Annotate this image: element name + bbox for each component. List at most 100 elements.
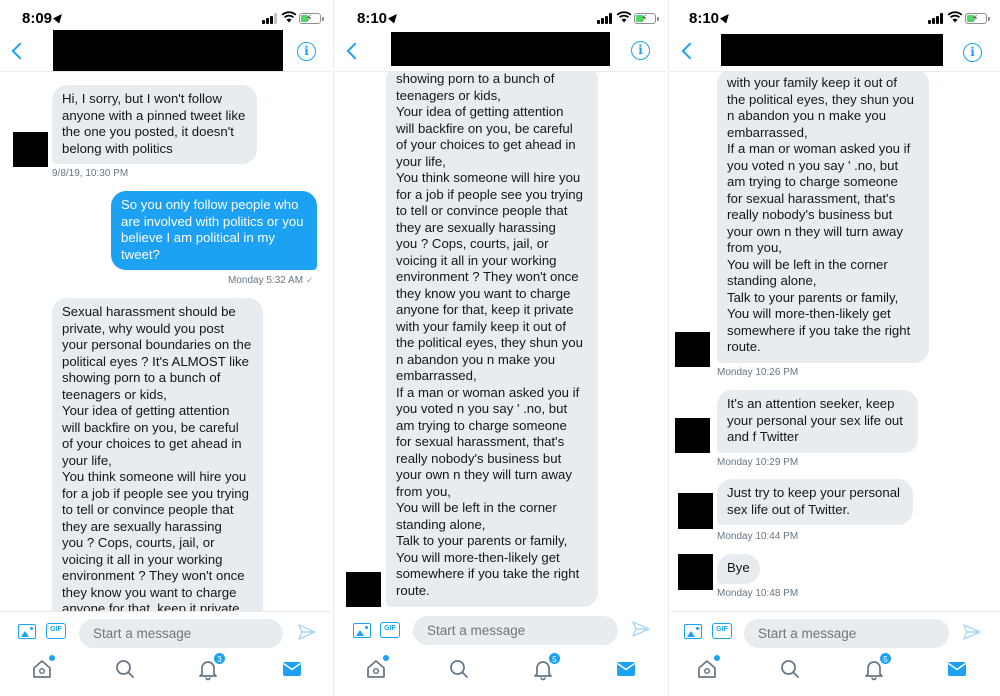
chevron-left-icon[interactable] xyxy=(345,40,359,62)
message-thread[interactable]: showing porn to a bunch of teenagers or k… xyxy=(335,72,666,611)
message-text: they know you want to charge xyxy=(396,285,571,301)
message-text: for sexual harassment, that's xyxy=(727,190,896,206)
message-text: embarrassed, xyxy=(727,124,808,140)
message-text: environment ? They won't once xyxy=(62,568,245,583)
bottom-tab-bar: 3 xyxy=(0,647,331,696)
home-icon[interactable] xyxy=(30,655,55,681)
image-icon[interactable] xyxy=(684,624,702,639)
wifi-icon xyxy=(947,11,963,23)
message-text: anyone for that, keep it private xyxy=(396,302,574,317)
chevron-left-icon[interactable] xyxy=(680,40,694,62)
avatar[interactable] xyxy=(678,493,713,529)
redacted-conversation-title xyxy=(391,32,610,66)
message-bubble-incoming[interactable]: Sexual harassment should be private, why … xyxy=(52,298,263,611)
panel-separator-line xyxy=(333,0,334,696)
home-icon[interactable] xyxy=(695,655,720,681)
gif-icon[interactable]: GIF xyxy=(380,622,400,638)
message-bubble-incoming[interactable]: Just try to keep your personal sex life o… xyxy=(717,479,913,525)
mail-icon[interactable] xyxy=(614,657,638,681)
message-text: route. xyxy=(727,339,761,354)
avatar[interactable] xyxy=(13,132,48,167)
message-text: belong with politics xyxy=(62,140,173,156)
message-text: teenagers or kids, xyxy=(396,87,501,103)
message-input[interactable] xyxy=(413,616,618,645)
message-text: for a job if people see you trying xyxy=(396,186,583,202)
message-text: your own n they will turn away xyxy=(396,467,572,482)
location-arrow-icon xyxy=(388,11,400,24)
info-icon[interactable]: i xyxy=(631,41,650,60)
cellular-signal-icon xyxy=(597,13,613,24)
avatar[interactable] xyxy=(675,332,710,367)
message-bubble-incoming[interactable]: It's an attention seeker, keep your perso… xyxy=(717,390,918,453)
search-icon[interactable] xyxy=(113,657,137,681)
message-text: You think someone will hire you xyxy=(62,469,247,484)
gif-icon[interactable]: GIF xyxy=(46,623,66,639)
message-bubble-incoming[interactable]: with your family keep it out of the polit… xyxy=(717,72,929,363)
send-icon[interactable] xyxy=(298,624,316,640)
message-text: standing alone, xyxy=(727,273,817,288)
battery-icon: ⚡ xyxy=(965,13,990,24)
message-bubble-incoming[interactable]: Hi, I sorry, but I won't follow anyone w… xyxy=(52,85,257,164)
bell-icon[interactable]: 3 xyxy=(196,652,226,681)
message-text: You will more-then-likely get xyxy=(727,306,891,321)
message-timestamp: Monday 5:32 AM ✓ xyxy=(228,275,314,286)
avatar[interactable] xyxy=(346,572,381,607)
avatar[interactable] xyxy=(678,554,713,590)
battery-icon: ⚡ xyxy=(299,13,324,24)
message-text: n abandon you n make you xyxy=(727,108,887,123)
avatar[interactable] xyxy=(675,418,710,453)
notification-badge: 5 xyxy=(879,652,892,665)
message-composer: GIF xyxy=(670,611,1000,648)
new-content-dot xyxy=(383,655,389,661)
info-icon[interactable]: i xyxy=(297,42,316,61)
message-bubble-incoming[interactable]: Bye xyxy=(717,554,760,584)
message-text: your personal boundaries on the xyxy=(62,337,252,352)
message-bubble-incoming[interactable]: showing porn to a bunch of teenagers or k… xyxy=(386,72,598,607)
image-icon[interactable] xyxy=(353,623,371,638)
message-bubble-outgoing[interactable]: So you only follow people who are involv… xyxy=(111,191,317,270)
message-timestamp: 9/8/19, 10:30 PM xyxy=(52,168,129,179)
mail-icon[interactable] xyxy=(280,657,304,681)
message-text: political eyes ? It's ALMOST like xyxy=(62,353,249,369)
message-text: will backfire on you, be careful xyxy=(396,120,573,136)
message-text: You will be left in the corner xyxy=(727,256,888,272)
gif-icon[interactable]: GIF xyxy=(712,623,732,639)
message-text: Talk to your parents or family, xyxy=(396,533,568,548)
search-icon[interactable] xyxy=(778,657,802,681)
message-thread[interactable]: with your family keep it out of the polit… xyxy=(670,72,1000,611)
message-composer: GIF xyxy=(0,611,331,648)
message-text: for a job if people see you trying xyxy=(62,485,249,501)
screenshot-panel-1: 8:09 ⚡ i Hi, I sorry, but I won't follow… xyxy=(0,0,331,696)
send-icon[interactable] xyxy=(632,621,650,637)
bell-icon[interactable]: 5 xyxy=(531,652,561,681)
bell-icon[interactable]: 5 xyxy=(862,652,892,681)
chevron-left-icon[interactable] xyxy=(10,40,24,62)
search-icon[interactable] xyxy=(447,657,471,681)
message-text: If a man or woman asked you if xyxy=(396,384,580,400)
cellular-signal-icon xyxy=(262,13,278,24)
home-icon[interactable] xyxy=(364,655,389,681)
info-icon[interactable]: i xyxy=(963,43,982,62)
status-bar: 8:10 ⚡ xyxy=(670,0,1000,36)
message-text: are involved with politics or you xyxy=(121,213,304,229)
message-text: voicing it all in your working xyxy=(396,252,557,268)
message-text: If a man or woman asked you if xyxy=(727,141,911,156)
mail-icon[interactable] xyxy=(945,657,969,681)
message-input[interactable] xyxy=(744,619,949,648)
message-thread[interactable]: Hi, I sorry, but I won't follow anyone w… xyxy=(0,72,331,611)
message-text: you voted n you say ' .no, but xyxy=(727,157,899,173)
location-arrow-icon xyxy=(720,11,732,24)
message-text: the political eyes, they shun you xyxy=(396,335,583,350)
screenshot-panel-3: 8:10 ⚡ i with your family keep it out of… xyxy=(670,0,1000,696)
message-text: with your family keep it out of xyxy=(727,75,898,90)
message-text: am trying to charge someone xyxy=(396,417,567,433)
status-time: 8:10 xyxy=(689,10,732,27)
message-text: teenagers or kids, xyxy=(62,386,167,402)
message-text: to tell or convince people that xyxy=(396,203,568,218)
conversation-header: i xyxy=(0,30,331,72)
message-text: they are sexually harassing xyxy=(396,219,556,235)
message-input[interactable] xyxy=(79,619,283,648)
send-icon[interactable] xyxy=(963,624,981,640)
message-text: really nobody's business but xyxy=(396,450,562,466)
image-icon[interactable] xyxy=(18,624,36,639)
